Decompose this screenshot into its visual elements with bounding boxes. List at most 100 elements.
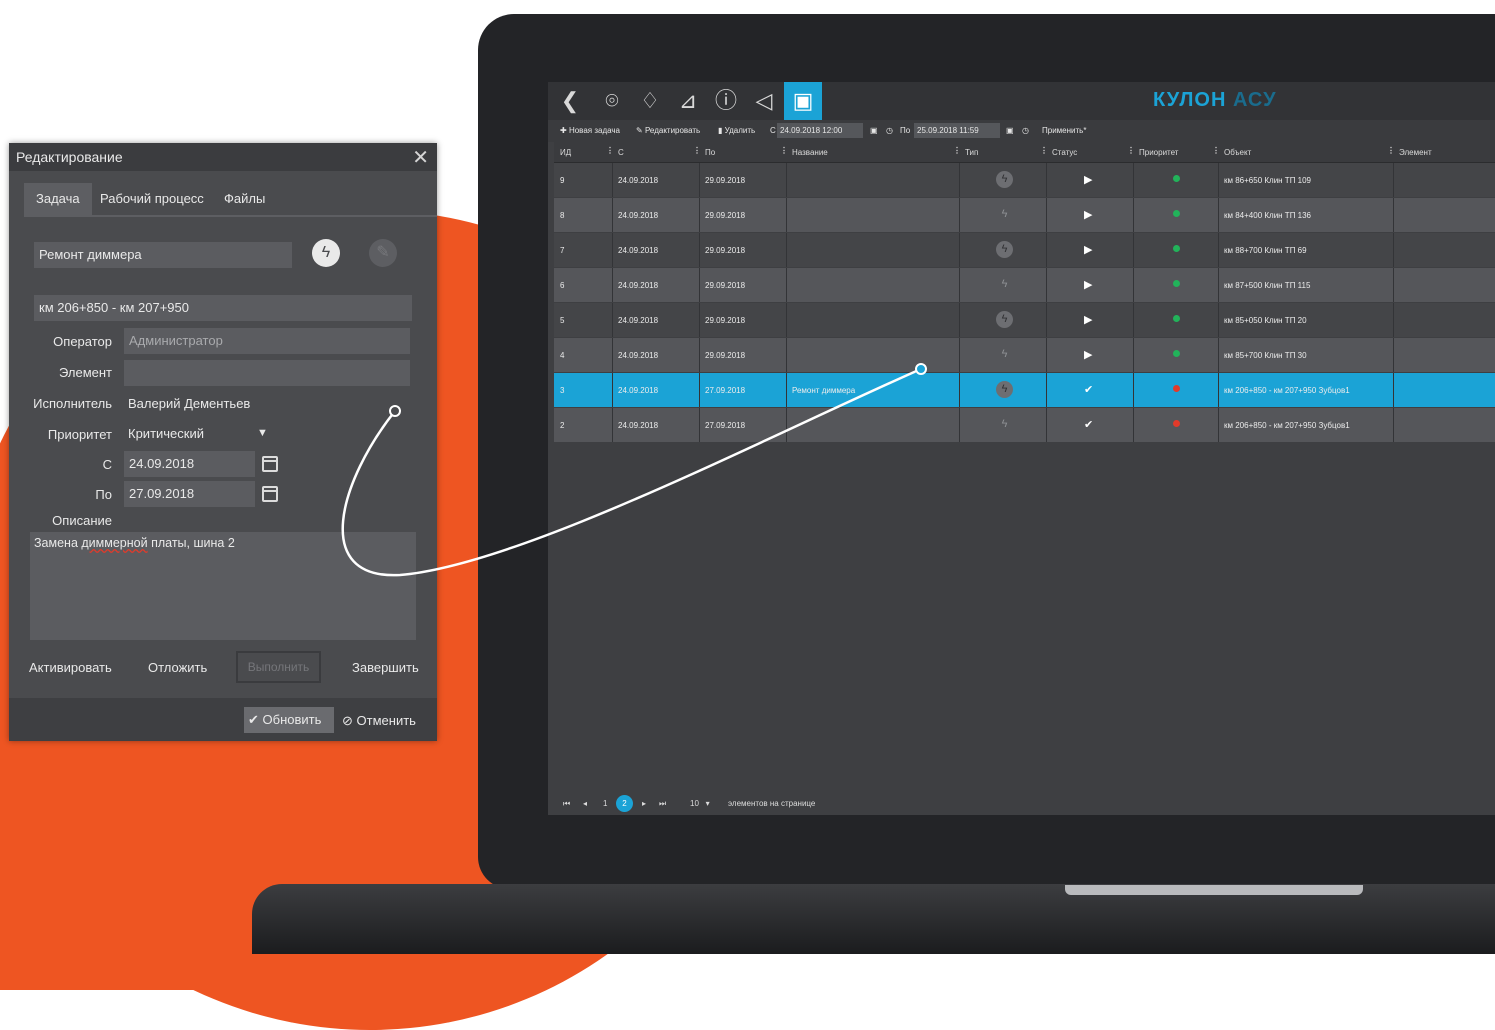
to-label: По [900, 126, 911, 135]
column-menu-icon[interactable]: ⋮ [953, 146, 961, 155]
cell-object: км 85+700 Клин ТП 30 [1224, 351, 1307, 360]
delete-button[interactable]: ▮ Удалить [718, 126, 755, 135]
first-page-button[interactable]: ⏮ [563, 799, 570, 809]
table-row[interactable]: 6 24.09.2018 29.09.2018 км 87+500 Клин ТП 1… [554, 268, 1495, 302]
finish-button[interactable]: Завершить [352, 660, 419, 675]
cell-from: 24.09.2018 [618, 176, 659, 185]
cancel-button[interactable]: ⊘ Отменить [342, 713, 416, 729]
dialog-titlebar: Редактирование ✕ [9, 143, 437, 171]
priority-dot [1173, 350, 1180, 357]
calendar-icon[interactable] [262, 486, 278, 502]
column-menu-icon[interactable]: ⋮ [1387, 146, 1395, 155]
column-header[interactable]: Название [792, 148, 828, 157]
column-menu-icon[interactable]: ⋮ [1212, 146, 1220, 155]
task-name-input[interactable]: Ремонт диммера [34, 242, 292, 268]
table-row[interactable]: 3 24.09.2018 27.09.2018 Ремонт диммера км 20… [554, 373, 1495, 407]
clock-icon[interactable]: ◷ [886, 126, 893, 135]
lightning-icon[interactable]: ϟ [312, 239, 340, 267]
column-divider [612, 338, 613, 372]
description-textarea[interactable]: Замена диммерной платы, шина 2 [30, 532, 416, 640]
grid-header: ИД ⋮ С ⋮ По ⋮ Название ⋮ Тип ⋮ Статус ⋮ Приоритет ⋮ Об… [554, 142, 1495, 163]
map-pin-icon[interactable]: ⌾ [596, 85, 628, 117]
bell-icon[interactable]: ♢ [634, 85, 666, 117]
column-header[interactable]: Тип [965, 148, 978, 157]
to-date-input[interactable]: 27.09.2018 [124, 481, 255, 507]
close-icon[interactable]: ✕ [412, 145, 429, 170]
activate-button[interactable]: Активировать [29, 660, 112, 675]
chart-icon[interactable]: ⊿ [672, 85, 704, 117]
execute-button[interactable]: Выполнить [236, 651, 321, 683]
column-divider [699, 163, 700, 197]
cell-to: 27.09.2018 [705, 421, 746, 430]
element-input[interactable] [124, 360, 410, 386]
cell-name: Ремонт диммера [792, 386, 856, 395]
location-input[interactable]: км 206+850 - км 207+950 [34, 295, 412, 321]
chevron-down-icon[interactable]: ▼ [257, 427, 268, 439]
pencil-icon[interactable]: ✎ [369, 239, 397, 267]
back-icon[interactable]: ❮ [554, 85, 586, 117]
apply-button[interactable]: Применить* [1042, 126, 1086, 135]
clock-icon[interactable]: ◷ [1022, 126, 1029, 135]
column-divider [786, 233, 787, 267]
tab-workflow[interactable]: Рабочий процесс [88, 183, 216, 215]
from-datetime-input[interactable]: 24.09.2018 12:00 [777, 123, 863, 138]
column-divider [699, 338, 700, 372]
column-header[interactable]: Объект [1224, 148, 1251, 157]
cell-to: 29.09.2018 [705, 246, 746, 255]
lightning-icon: ϟ [996, 171, 1013, 188]
to-datetime-input[interactable]: 25.09.2018 11:59 [914, 123, 1000, 138]
clipboard-icon[interactable]: ▣ [784, 82, 822, 120]
column-header[interactable]: ИД [560, 148, 571, 157]
table-row[interactable]: 7 24.09.2018 29.09.2018 км 88+700 Клин ТП 6… [554, 233, 1495, 267]
info-icon[interactable]: ⓘ [710, 85, 742, 117]
column-header[interactable]: С [618, 148, 624, 157]
calendar-icon[interactable] [262, 456, 278, 472]
postpone-button[interactable]: Отложить [148, 660, 207, 675]
prev-page-button[interactable]: ◂ [583, 799, 587, 808]
column-menu-icon[interactable]: ⋮ [1127, 146, 1135, 155]
column-menu-icon[interactable]: ⋮ [780, 146, 788, 155]
pager: ⏮ ◂ 1 2 ▸ ⏭ 10 ▾ элементов на странице [548, 792, 1495, 815]
column-divider [612, 373, 613, 407]
table-row[interactable]: 2 24.09.2018 27.09.2018 км 206+850 - км 207… [554, 408, 1495, 442]
page-size-select[interactable]: 10 ▾ [690, 799, 710, 808]
page-1-button[interactable]: 1 [603, 799, 607, 808]
play-icon: ▶ [1084, 244, 1093, 256]
column-divider [612, 408, 613, 442]
column-header[interactable]: По [705, 148, 715, 157]
priority-dot [1173, 420, 1180, 427]
column-divider [786, 303, 787, 337]
description-misspelled-word: диммерной [81, 536, 148, 550]
column-header[interactable]: Приоритет [1139, 148, 1178, 157]
lightning-icon: ϟ [1001, 208, 1008, 220]
table-row[interactable]: 4 24.09.2018 29.09.2018 км 85+700 Клин ТП 3… [554, 338, 1495, 372]
edit-button[interactable]: ✎ Редактировать [636, 126, 700, 135]
executor-value[interactable]: Валерий Дементьев [128, 396, 250, 411]
from-date-input[interactable]: 24.09.2018 [124, 451, 255, 477]
update-button[interactable]: ✔ Обновить [244, 707, 334, 733]
app-brand: КУЛОН АСУ [1153, 89, 1277, 112]
per-page-label: элементов на странице [728, 799, 816, 808]
new-task-label: Новая задача [568, 126, 621, 135]
tab-files[interactable]: Файлы [212, 183, 277, 215]
new-task-button[interactable]: ✚ Новая задача [560, 126, 620, 135]
next-page-button[interactable]: ▸ [642, 799, 646, 808]
column-header[interactable]: Элемент [1399, 148, 1432, 157]
column-menu-icon[interactable]: ⋮ [606, 146, 614, 155]
priority-select[interactable]: Критический [128, 426, 204, 441]
column-header[interactable]: Статус [1052, 148, 1077, 157]
column-divider [699, 268, 700, 302]
last-page-button[interactable]: ⏭ [659, 799, 666, 809]
table-row[interactable]: 5 24.09.2018 29.09.2018 км 85+050 Клин ТП 2… [554, 303, 1495, 337]
column-menu-icon[interactable]: ⋮ [1040, 146, 1048, 155]
table-row[interactable]: 9 24.09.2018 29.09.2018 км 86+650 Клин ТП 1… [554, 163, 1495, 197]
page-2-button[interactable]: 2 [616, 795, 633, 812]
megaphone-icon[interactable]: ◁ [748, 85, 780, 117]
tab-task[interactable]: Задача [24, 183, 92, 215]
description-text-end: платы, шина 2 [147, 536, 235, 550]
operator-input[interactable]: Администратор [124, 328, 410, 354]
calendar-icon[interactable]: ▣ [870, 126, 878, 135]
column-menu-icon[interactable]: ⋮ [693, 146, 701, 155]
table-row[interactable]: 8 24.09.2018 29.09.2018 км 84+400 Клин ТП 1… [554, 198, 1495, 232]
calendar-icon[interactable]: ▣ [1006, 126, 1014, 135]
